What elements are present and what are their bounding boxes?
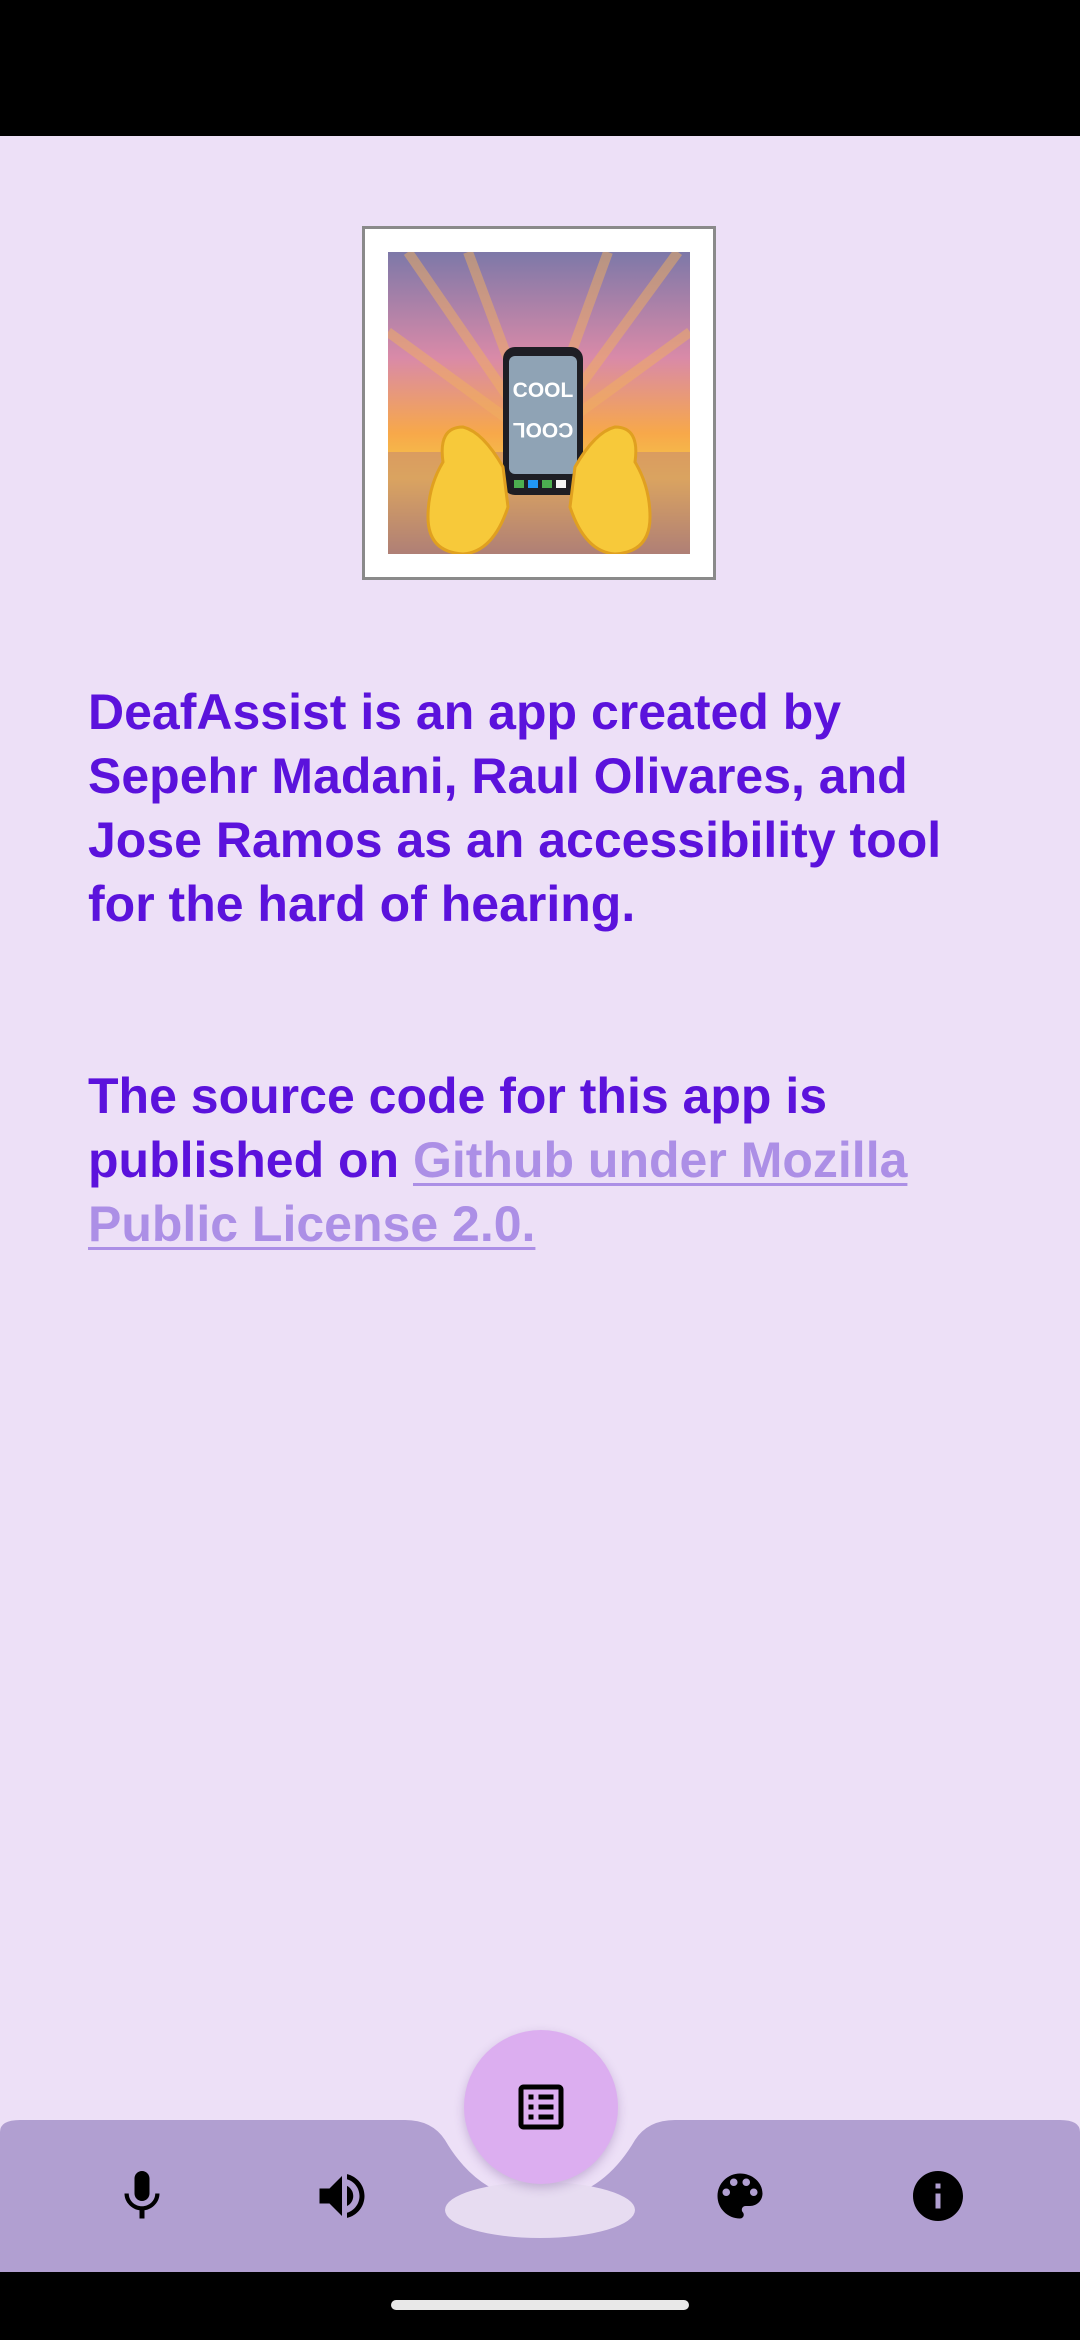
info-icon[interactable]	[908, 2166, 968, 2226]
cool-phone-in-hands-icon: COOL COOL	[388, 252, 690, 554]
microphone-icon[interactable]	[112, 2166, 172, 2226]
logo-text-bottom: COOL	[513, 418, 574, 441]
home-gesture-handle[interactable]	[391, 2300, 689, 2310]
about-description: DeafAssist is an app created by Sepehr M…	[88, 684, 942, 932]
app-logo: COOL COOL	[362, 226, 716, 580]
speaker-icon[interactable]	[312, 2166, 372, 2226]
transcript-fab-button[interactable]	[464, 2030, 618, 2184]
list-icon	[518, 2084, 564, 2130]
logo-text-top: COOL	[513, 379, 574, 402]
about-source: The source code for this app is publishe…	[88, 1064, 1008, 1256]
palette-icon[interactable]	[710, 2166, 770, 2226]
status-bar	[0, 0, 1080, 136]
